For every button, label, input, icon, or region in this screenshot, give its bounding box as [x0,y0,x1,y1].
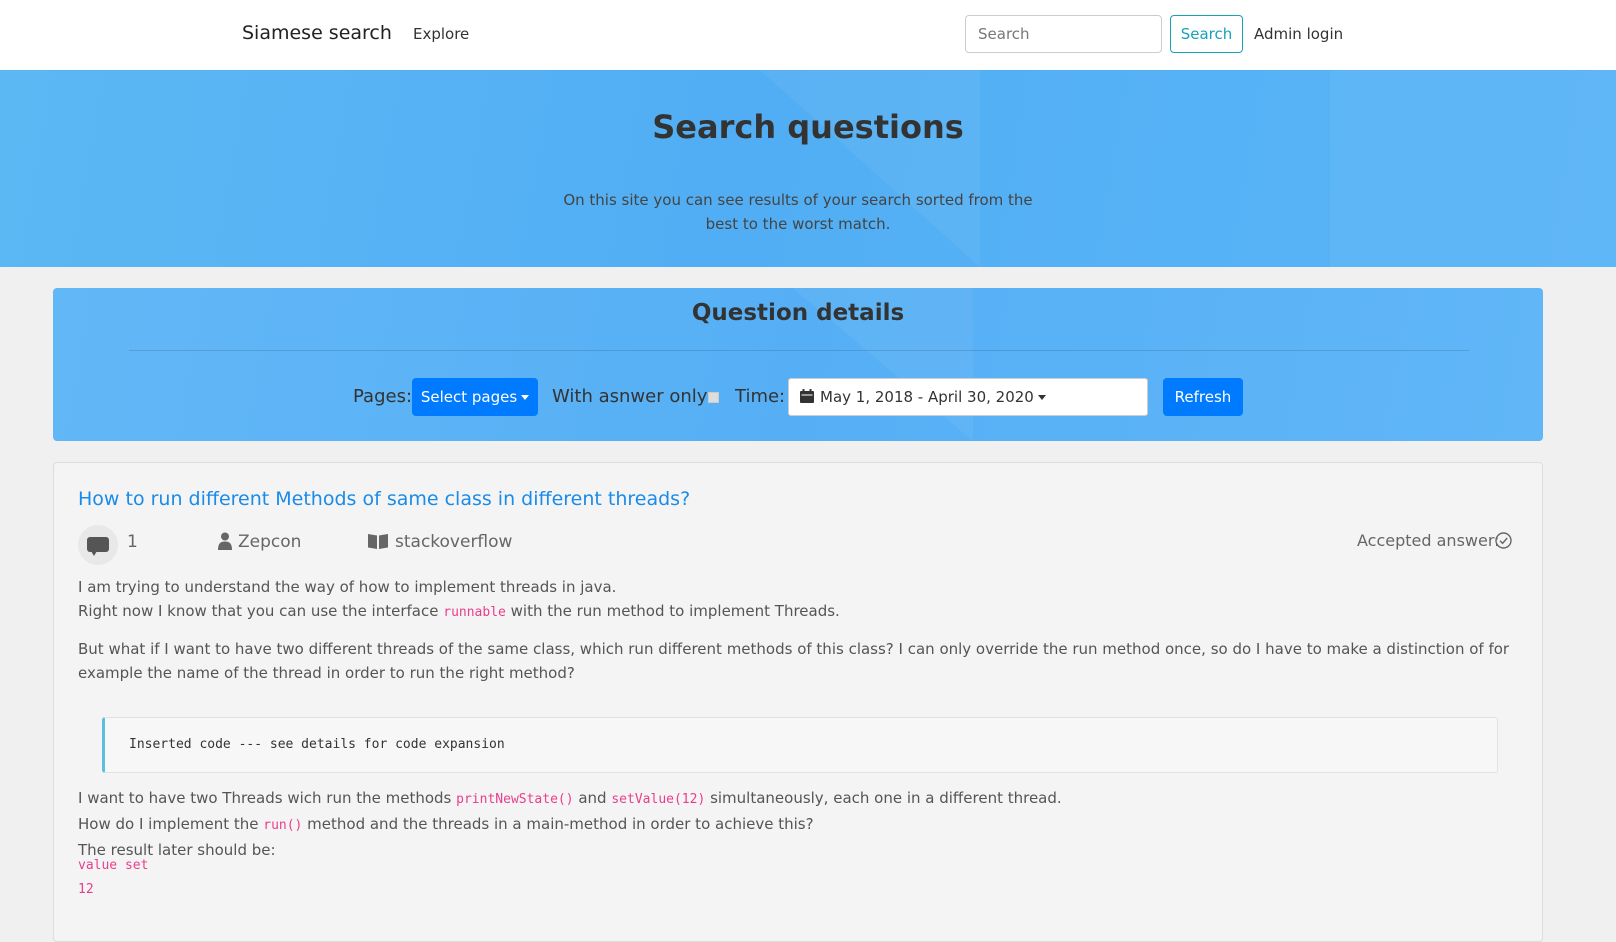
nav-explore-link[interactable]: Explore [413,25,469,43]
source-name: stackoverflow [395,532,513,552]
comment-icon [78,525,118,565]
text-line: The result later should be: [78,841,276,859]
admin-login-link[interactable]: Admin login [1254,25,1343,43]
inline-code: setValue(12) [611,792,706,807]
check-circle-icon [1495,532,1512,549]
inline-code: printNewState() [456,792,574,807]
inline-code: run() [263,818,303,833]
question-details-panel: Question details Pages: Select pages Wit… [53,288,1543,441]
comment-count: 1 [127,532,138,552]
text-line: Right now I know that you can use the in… [78,602,840,620]
question-card: How to run different Methods of same cla… [53,462,1543,942]
text-line: How do I implement the run() method and … [78,815,814,833]
user-icon [218,532,232,550]
accepted-answer-label: Accepted answer: [1357,531,1500,550]
code-text: Inserted code --- see details for code e… [129,737,505,752]
refresh-button[interactable]: Refresh [1163,378,1243,416]
output-line: value set [78,858,149,873]
select-pages-dropdown[interactable]: Select pages [412,378,538,416]
search-input[interactable] [965,15,1162,53]
date-range-picker[interactable]: May 1, 2018 - April 30, 2020 [788,378,1148,416]
date-range-value: May 1, 2018 - April 30, 2020 [820,388,1046,406]
hero-decoration [1330,70,1616,267]
text-line: I am trying to understand the way of how… [78,578,617,596]
output-line: 12 [78,882,94,897]
divider [129,350,1469,351]
inline-code: runnable [443,605,506,620]
question-paragraph: I want to have two Threads wich run the … [78,786,1518,862]
author-name: Zepcon [238,532,302,552]
question-meta: 1 Zepcon stackoverflow Accepted answer: [54,525,1542,565]
book-icon [368,534,388,549]
hero-decoration [760,70,980,267]
brand-link[interactable]: Siamese search [242,22,392,44]
text-line: I want to have two Threads wich run the … [78,789,1062,807]
time-label: Time: [735,386,786,407]
caret-down-icon [1037,395,1046,400]
page-title: Search questions [652,108,964,146]
navbar: Siamese search Explore Search Admin logi… [0,0,1616,70]
caret-down-icon [521,395,530,400]
select-pages-label: Select pages [420,388,518,406]
question-paragraph: I am trying to understand the way of how… [78,575,1518,625]
details-title: Question details [691,300,905,326]
question-paragraph: But what if I want to have two different… [78,640,1510,682]
page-subtitle: On this site you can see results of your… [563,191,1033,233]
hero-banner: Search questions On this site you can se… [0,70,1616,267]
calendar-icon [800,389,814,403]
answer-only-checkbox[interactable] [708,392,719,403]
question-title-link[interactable]: How to run different Methods of same cla… [78,488,690,510]
answer-only-label: With asnwer only: [552,386,713,407]
search-button[interactable]: Search [1170,15,1243,53]
pages-label: Pages: [353,386,413,407]
code-block: Inserted code --- see details for code e… [102,717,1498,773]
